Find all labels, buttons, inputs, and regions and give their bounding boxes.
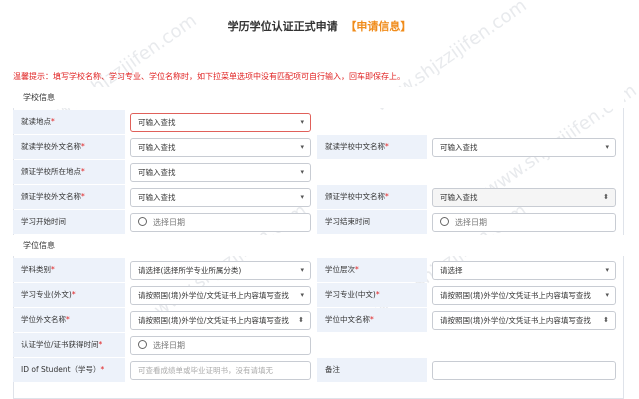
- subject-category-select[interactable]: 请选择(选择所学专业所属分类) ▾: [130, 261, 311, 280]
- remarks-input[interactable]: [432, 361, 616, 380]
- major-foreign-select[interactable]: 请按照国(境)外学位/文凭证书上内容填写查找 ▾: [130, 286, 311, 305]
- issuing-school-location-label: 颁证学校所在地点*: [13, 160, 125, 184]
- row-subject-level: 学科类别* 请选择(选择所学专业所属分类) ▾ 学位层次* 请选择 ▾: [13, 258, 624, 282]
- study-location-select[interactable]: 可输入查找 ▾: [130, 113, 311, 132]
- row-issuing-location: 颁证学校所在地点* 可输入查找 ▾: [13, 160, 624, 184]
- row-student-id: ID of Student（学号）* 可查看成绩单或毕业证明书，没有请填无 备注: [13, 358, 624, 382]
- school-foreign-name-label: 就读学校外文名称*: [13, 135, 125, 159]
- degree-level-select[interactable]: 请选择 ▾: [432, 261, 616, 280]
- degree-foreign-name-select[interactable]: 请按照国(境)外学位/文凭证书上内容填写查找 ⬍: [130, 311, 311, 330]
- chevron-down-icon: ▾: [300, 118, 304, 126]
- certificate-date-label: 认证学位/证书获得时间*: [13, 333, 125, 357]
- school-foreign-name-select[interactable]: 可输入查找 ▾: [130, 138, 311, 157]
- study-start-label: 学习开始时间: [13, 210, 125, 234]
- clock-icon: [138, 340, 147, 349]
- page-title: 学历学位认证正式申请 【申请信息】: [0, 18, 639, 34]
- row-degree-names: 学位外文名称* 请按照国(境)外学位/文凭证书上内容填写查找 ⬍ 学位中文名称* …: [13, 308, 624, 332]
- row-issuing-names: 颁证学校外文名称* 可输入查找 ▾ 颁证学校中文名称* 可输入查找 ⬍: [13, 185, 624, 209]
- issuing-school-chinese-name-select[interactable]: 可输入查找 ⬍: [432, 188, 616, 207]
- chevron-down-icon: ▾: [300, 193, 304, 201]
- issuing-school-location-select[interactable]: 可输入查找 ▾: [130, 163, 311, 182]
- certificate-date-datepicker[interactable]: 选择日期: [130, 336, 311, 355]
- student-id-input[interactable]: 可查看成绩单或毕业证明书，没有请填无: [130, 361, 311, 380]
- page-title-tag: 【申请信息】: [345, 20, 412, 33]
- issuing-school-foreign-name-label: 颁证学校外文名称*: [13, 185, 125, 209]
- clock-icon: [138, 217, 147, 226]
- row-school-names: 就读学校外文名称* 可输入查找 ▾ 就读学校中文名称* 可输入查找 ▾: [13, 135, 624, 159]
- subject-category-label: 学科类别*: [13, 258, 125, 282]
- updown-icon: ⬍: [298, 316, 304, 324]
- row-major: 学习专业(外文)* 请按照国(境)外学位/文凭证书上内容填写查找 ▾ 学习专业(中…: [13, 283, 624, 307]
- major-foreign-label: 学习专业(外文)*: [13, 283, 125, 307]
- degree-level-label: 学位层次*: [317, 258, 427, 282]
- study-location-label: 就读地点*: [13, 110, 125, 134]
- page-title-text: 学历学位认证正式申请: [227, 20, 338, 33]
- major-chinese-label: 学习专业(中文)*: [317, 283, 427, 307]
- degree-chinese-name-label: 学位中文名称*: [317, 308, 427, 332]
- updown-icon: ⬍: [603, 193, 609, 201]
- chevron-down-icon: ▾: [300, 266, 304, 274]
- chevron-down-icon: ▾: [300, 291, 304, 299]
- issuing-school-chinese-name-label: 颁证学校中文名称*: [317, 185, 427, 209]
- chevron-down-icon: ▾: [300, 143, 304, 151]
- section-degree-info: 学位信息: [13, 235, 624, 256]
- clock-icon: [440, 217, 449, 226]
- updown-icon: ⬍: [603, 316, 609, 324]
- degree-chinese-name-select[interactable]: 请按照国(境)外学位/文凭证书上内容填写查找 ⬍: [432, 311, 616, 330]
- row-study-dates: 学习开始时间 选择日期 学习结束时间 选择日期: [13, 210, 624, 234]
- issuing-school-foreign-name-select[interactable]: 可输入查找 ▾: [130, 188, 311, 207]
- school-chinese-name-label: 就读学校中文名称*: [317, 135, 427, 159]
- student-id-label: ID of Student（学号）*: [13, 358, 125, 382]
- school-chinese-name-select[interactable]: 可输入查找 ▾: [432, 138, 616, 157]
- study-end-label: 学习结束时间: [317, 210, 427, 234]
- notice-text: 温馨提示：填写学校名称、学习专业、学位名称时，如下拉菜单选项中没有匹配项可自行输…: [13, 72, 405, 81]
- study-start-datepicker[interactable]: 选择日期: [130, 213, 311, 232]
- chevron-down-icon: ▾: [605, 266, 609, 274]
- remarks-label: 备注: [317, 358, 427, 382]
- chevron-down-icon: ▾: [300, 168, 304, 176]
- chevron-down-icon: ▾: [605, 291, 609, 299]
- study-end-datepicker[interactable]: 选择日期: [432, 213, 616, 232]
- degree-foreign-name-label: 学位外文名称*: [13, 308, 125, 332]
- row-study-location: 就读地点* 可输入查找 ▾: [13, 110, 624, 134]
- major-chinese-select[interactable]: 请按照国(境)外学位/文凭证书上内容填写查找 ▾: [432, 286, 616, 305]
- chevron-down-icon: ▾: [605, 143, 609, 151]
- section-school-info: 学校信息: [13, 87, 624, 108]
- row-certificate-date: 认证学位/证书获得时间* 选择日期: [13, 333, 624, 357]
